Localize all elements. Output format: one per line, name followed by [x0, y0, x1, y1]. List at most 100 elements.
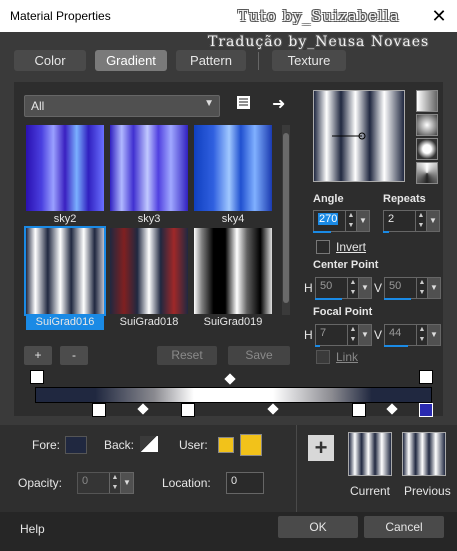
tab-texture[interactable]: Texture [272, 50, 346, 71]
user-label: User: [179, 438, 208, 452]
center-v-dropdown[interactable]: ▼ [427, 277, 441, 299]
user-color-swatch[interactable] [240, 434, 262, 456]
arrow-right-icon[interactable]: ➜ [272, 94, 290, 113]
window-title: Material Properties [10, 9, 111, 23]
center-h-input[interactable]: 50 ▲ ▼ [315, 277, 359, 299]
gradient-swatch [194, 228, 272, 314]
fore-label: Fore: [32, 438, 61, 452]
spinner-arrows-icon[interactable]: ▲ ▼ [416, 278, 427, 298]
opacity-value: 0 [82, 475, 89, 487]
back-color-swatch[interactable] [140, 436, 158, 452]
tab-pattern[interactable]: Pattern [176, 50, 246, 71]
watermark-line1: Tuto by_Suizabella [238, 7, 400, 25]
spinner-arrows-icon[interactable]: ▲ ▼ [416, 325, 427, 345]
gradient-stop-marker-top[interactable] [419, 370, 433, 384]
tab-color[interactable]: Color [14, 50, 86, 71]
tab-divider [258, 52, 259, 70]
link-checkbox[interactable] [316, 350, 330, 364]
ok-button[interactable]: OK [278, 516, 358, 538]
gradient-name: SuiGrad019 [203, 316, 263, 328]
repeats-dropdown[interactable]: ▼ [426, 210, 440, 232]
center-point-label: Center Point [313, 259, 379, 271]
angle-input[interactable]: 270 ▲ ▼ [313, 210, 357, 232]
opacity-dropdown[interactable]: ▼ [120, 472, 134, 494]
gradient-thumb-sky4[interactable]: sky4 [194, 125, 272, 225]
focal-h-dropdown[interactable]: ▼ [358, 324, 372, 346]
focal-h-bar [315, 345, 320, 347]
center-v-label: V [374, 281, 383, 295]
invert-checkbox[interactable] [316, 240, 330, 254]
spinner-arrows-icon[interactable]: ▲ ▼ [415, 211, 426, 231]
sunburst-style-icon[interactable] [416, 162, 438, 184]
spinner-arrows-icon[interactable]: ▲ ▼ [347, 325, 358, 345]
linear-style-icon[interactable] [416, 90, 438, 112]
gradient-name: SuiGrad016 [26, 316, 104, 330]
opacity-input[interactable]: 0 ▲ ▼ [77, 472, 121, 494]
watermark-line2: Tradução by_Neusa Novaes [208, 34, 430, 50]
rectangular-style-icon[interactable] [416, 114, 438, 136]
focal-v-dropdown[interactable]: ▼ [427, 324, 441, 346]
category-value: All [31, 99, 45, 113]
center-v-input[interactable]: 50 ▲ ▼ [384, 277, 428, 299]
fore-color-swatch[interactable] [65, 436, 87, 454]
focal-h-input[interactable]: 7 ▲ ▼ [315, 324, 359, 346]
gradient-stop-marker[interactable] [92, 403, 106, 417]
gradient-stop-marker-selected[interactable] [419, 403, 433, 417]
spinner-arrows-icon[interactable]: ▲ ▼ [347, 278, 358, 298]
angle-value: 270 [318, 213, 339, 225]
focal-v-bar [384, 345, 408, 347]
focal-v-input[interactable]: 44 ▲ ▼ [384, 324, 428, 346]
location-value: 0 [231, 475, 238, 487]
gradient-swatch [26, 228, 104, 314]
tab-gradient[interactable]: Gradient [95, 50, 167, 71]
previous-swatch[interactable] [402, 432, 446, 476]
back-label: Back: [104, 438, 135, 452]
user-color-small-swatch[interactable] [218, 437, 234, 453]
focal-v-label: V [374, 328, 383, 342]
gradient-stop-marker-top[interactable] [30, 370, 44, 384]
gradient-thumb-sky3[interactable]: sky3 [110, 125, 188, 225]
chevron-down-icon: ▼ [204, 98, 214, 109]
focal-v-value: 44 [389, 327, 402, 339]
save-button[interactable]: Save [228, 346, 290, 365]
center-h-dropdown[interactable]: ▼ [358, 277, 372, 299]
gradient-thumb-suigrad018[interactable]: SuiGrad018 [110, 228, 188, 328]
repeats-label: Repeats [383, 193, 426, 205]
repeats-input[interactable]: 2 ▲ ▼ [383, 210, 427, 232]
repeats-bar [383, 231, 389, 233]
close-button[interactable]: ✕ [428, 5, 450, 27]
current-swatch[interactable] [348, 432, 392, 476]
gradient-thumb-suigrad019[interactable]: SuiGrad019 [194, 228, 272, 328]
category-dropdown[interactable]: All ▼ [24, 95, 220, 117]
remove-gradient-button[interactable]: - [60, 346, 88, 365]
spinner-arrows-icon[interactable]: ▲ ▼ [109, 473, 120, 493]
center-h-value: 50 [320, 280, 333, 292]
gradient-name: sky3 [137, 213, 161, 225]
add-gradient-button[interactable]: + [24, 346, 52, 365]
gradient-stop-marker[interactable] [181, 403, 195, 417]
focal-h-label: H [304, 328, 313, 342]
focal-point-label: Focal Point [313, 306, 373, 318]
add-to-swatches-button[interactable]: + [308, 435, 334, 461]
repeats-value: 2 [388, 213, 395, 225]
help-link[interactable]: Help [20, 522, 45, 536]
gradient-name: sky4 [221, 213, 245, 225]
gradient-preview[interactable] [313, 90, 405, 182]
angle-dropdown[interactable]: ▼ [356, 210, 370, 232]
gradient-list-scrollbar[interactable] [282, 125, 290, 315]
gradient-stop-marker[interactable] [352, 403, 366, 417]
opacity-label: Opacity: [18, 476, 63, 490]
gradient-thumb-suigrad016[interactable]: SuiGrad016 [24, 226, 106, 330]
gradient-list-view-icon[interactable] [236, 95, 252, 111]
scrollbar-thumb[interactable] [283, 133, 289, 303]
gradient-name: SuiGrad018 [119, 316, 179, 328]
reset-button[interactable]: Reset [157, 346, 217, 365]
gradient-edit-bar[interactable] [35, 387, 432, 403]
cancel-button[interactable]: Cancel [364, 516, 444, 538]
gradient-thumb-sky2[interactable]: sky2 [26, 125, 104, 225]
focal-h-value: 7 [320, 327, 327, 339]
link-label: Link [336, 350, 359, 364]
spinner-arrows-icon[interactable]: ▲ ▼ [345, 211, 356, 231]
location-input[interactable]: 0 [226, 472, 264, 494]
radial-style-icon[interactable] [416, 138, 438, 160]
